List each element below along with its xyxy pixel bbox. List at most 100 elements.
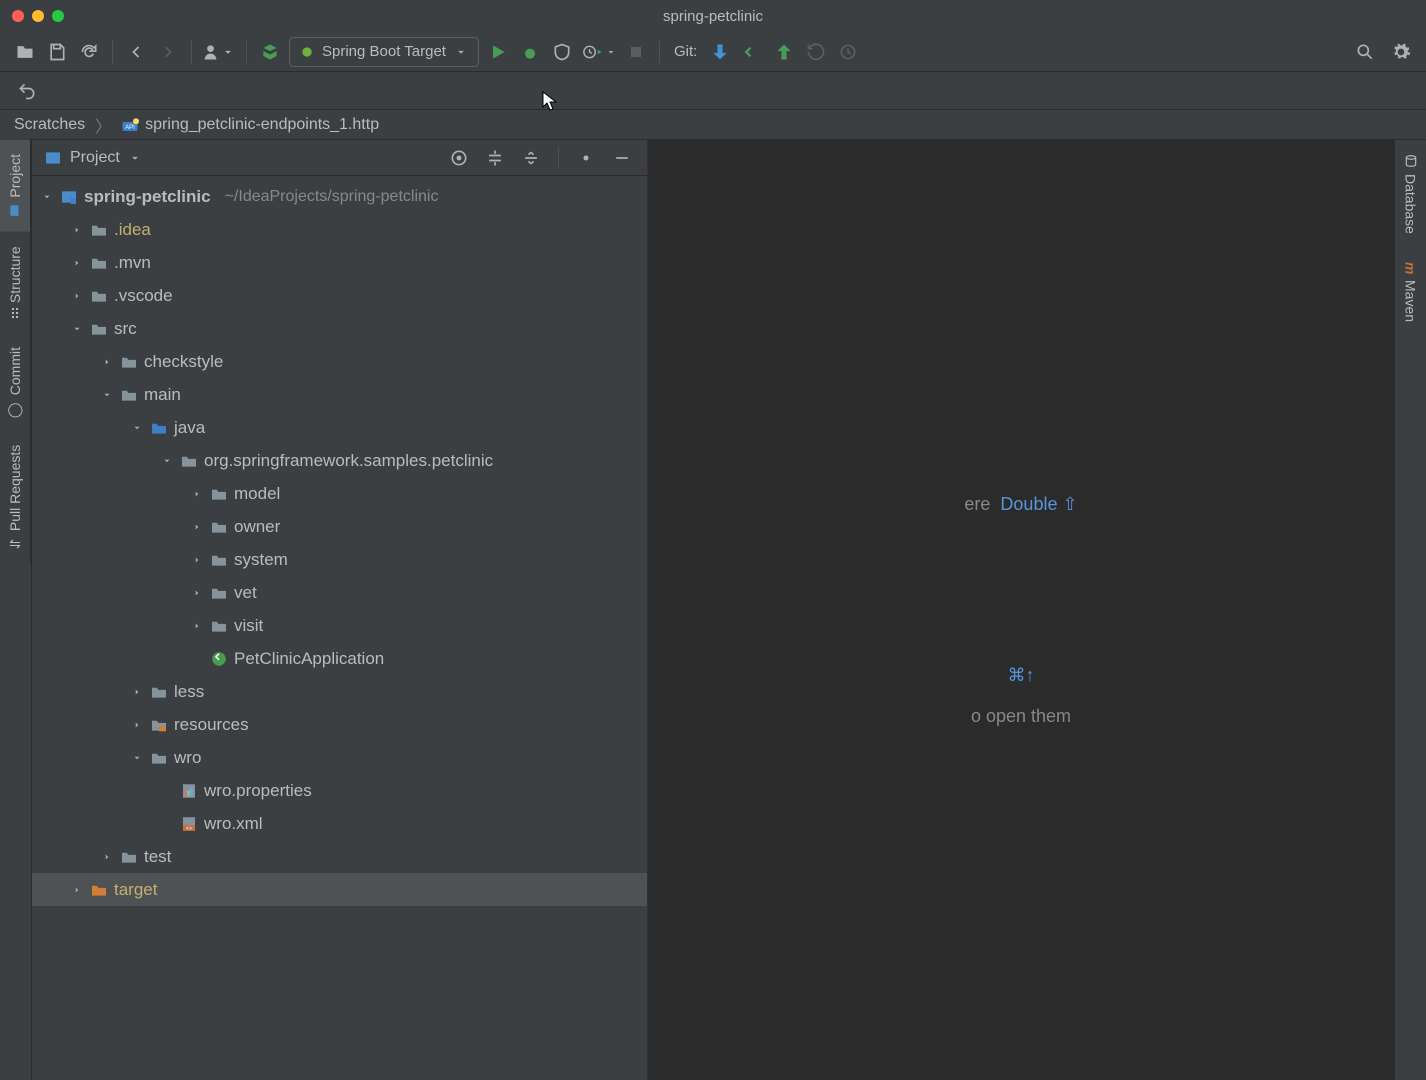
tree-node[interactable]: visit [32, 609, 647, 642]
tree-node[interactable]: .idea [32, 213, 647, 246]
zoom-window-button[interactable] [52, 10, 64, 22]
chevron-right-icon[interactable] [130, 720, 144, 730]
chevron-right-icon[interactable] [190, 588, 204, 598]
profile-button[interactable] [581, 39, 617, 65]
tree-node-label: wro.properties [204, 781, 312, 801]
tree-node[interactable]: org.springframework.samples.petclinic [32, 444, 647, 477]
tree-node-label: vet [234, 583, 257, 603]
update-project-button[interactable] [707, 39, 733, 65]
build-button[interactable] [257, 39, 283, 65]
chevron-right-icon[interactable] [70, 885, 84, 895]
folder-dim-icon [90, 223, 108, 237]
tree-node[interactable]: src [32, 312, 647, 345]
collapse-all-button[interactable] [518, 145, 544, 171]
debug-button[interactable] [517, 39, 543, 65]
tool-tab-project[interactable]: Project [0, 140, 31, 232]
package-icon [210, 487, 228, 501]
chevron-right-icon[interactable] [190, 489, 204, 499]
chevron-right-icon[interactable] [190, 555, 204, 565]
chevron-right-icon[interactable] [100, 357, 114, 367]
push-button[interactable] [771, 39, 797, 65]
chevron-right-icon[interactable] [100, 852, 114, 862]
tool-tab-maven[interactable]: m Maven [1395, 248, 1426, 336]
open-file-button[interactable] [12, 39, 38, 65]
rollback-button[interactable] [835, 39, 861, 65]
hide-pane-button[interactable] [609, 145, 635, 171]
tree-node[interactable]: <>wro.xml [32, 807, 647, 840]
settings-button[interactable] [1388, 39, 1414, 65]
tree-node[interactable]: .mvn [32, 246, 647, 279]
tool-tab-database[interactable]: Database [1395, 140, 1426, 248]
pane-settings-button[interactable] [573, 145, 599, 171]
coverage-button[interactable] [549, 39, 575, 65]
chevron-down-icon[interactable] [100, 390, 114, 400]
chevron-down-icon[interactable] [130, 753, 144, 763]
breadcrumb-bar: Scratches 〉 API spring_petclinic-endpoin… [0, 110, 1426, 140]
properties-icon [180, 784, 198, 798]
chevron-right-icon[interactable] [70, 291, 84, 301]
chevron-right-icon[interactable] [70, 225, 84, 235]
tree-node[interactable]: vet [32, 576, 647, 609]
chevron-right-icon[interactable] [130, 687, 144, 697]
run-configuration-selector[interactable]: Spring Boot Target [289, 37, 479, 67]
tree-node-label: PetClinicApplication [234, 649, 384, 669]
tree-node[interactable]: java [32, 411, 647, 444]
back-button[interactable] [123, 39, 149, 65]
forward-button[interactable] [155, 39, 181, 65]
project-tree[interactable]: spring-petclinic ~/IdeaProjects/spring-p… [32, 176, 647, 1080]
package-icon [180, 454, 198, 468]
stop-button[interactable] [623, 39, 649, 65]
tree-node[interactable]: less [32, 675, 647, 708]
chevron-down-icon[interactable] [128, 151, 142, 165]
folder-icon [90, 256, 108, 270]
breadcrumb-separator: 〉 [95, 113, 111, 137]
tree-node[interactable]: wro.properties [32, 774, 647, 807]
resources-icon [150, 718, 168, 732]
tool-tab-pull-requests[interactable]: ⇋ Pull Requests [0, 431, 31, 563]
chevron-down-icon[interactable] [160, 456, 174, 466]
code-with-me-button[interactable] [202, 39, 236, 65]
show-history-button[interactable] [803, 39, 829, 65]
expand-all-button[interactable] [482, 145, 508, 171]
tree-node[interactable]: wro [32, 741, 647, 774]
chevron-down-icon[interactable] [130, 423, 144, 433]
tree-node[interactable]: owner [32, 510, 647, 543]
close-window-button[interactable] [12, 10, 24, 22]
commit-button[interactable] [739, 39, 765, 65]
breadcrumb-file[interactable]: API spring_petclinic-endpoints_1.http [121, 116, 379, 134]
tree-node[interactable]: checkstyle [32, 345, 647, 378]
titlebar: spring-petclinic [0, 0, 1426, 32]
undo-button[interactable] [14, 78, 40, 104]
tree-node[interactable]: test [32, 840, 647, 873]
tree-node[interactable]: target [32, 873, 647, 906]
search-everywhere-button[interactable] [1352, 39, 1378, 65]
tree-node-label: wro.xml [204, 814, 263, 834]
tree-node[interactable]: main [32, 378, 647, 411]
tree-node[interactable]: .vscode [32, 279, 647, 312]
chevron-down-icon[interactable] [70, 324, 84, 334]
chevron-right-icon[interactable] [70, 258, 84, 268]
tree-node-label: owner [234, 517, 280, 537]
tree-node[interactable]: model [32, 477, 647, 510]
breadcrumb-scratches[interactable]: Scratches [14, 116, 85, 134]
chevron-right-icon[interactable] [190, 522, 204, 532]
tree-node[interactable]: PetClinicApplication [32, 642, 647, 675]
reload-button[interactable] [76, 39, 102, 65]
minimize-window-button[interactable] [32, 10, 44, 22]
tool-tab-commit[interactable]: ◯ Commit [0, 333, 31, 431]
folder-icon [90, 322, 108, 336]
run-button[interactable] [485, 39, 511, 65]
svg-text:API: API [125, 124, 135, 130]
tree-root[interactable]: spring-petclinic ~/IdeaProjects/spring-p… [32, 180, 647, 213]
chevron-right-icon[interactable] [190, 621, 204, 631]
project-pane-title[interactable]: Project [70, 149, 120, 167]
search-everywhere-link[interactable]: Double ⇧ [1000, 494, 1077, 515]
tree-node[interactable]: resources [32, 708, 647, 741]
save-all-button[interactable] [44, 39, 70, 65]
tree-node[interactable]: system [32, 543, 647, 576]
tree-root-path: ~/IdeaProjects/spring-petclinic [225, 188, 439, 206]
chevron-down-icon[interactable] [40, 192, 54, 202]
select-opened-file-button[interactable] [446, 145, 472, 171]
editor-hint: o open them [971, 706, 1071, 727]
tool-tab-structure[interactable]: ⠿ Structure [0, 232, 31, 333]
